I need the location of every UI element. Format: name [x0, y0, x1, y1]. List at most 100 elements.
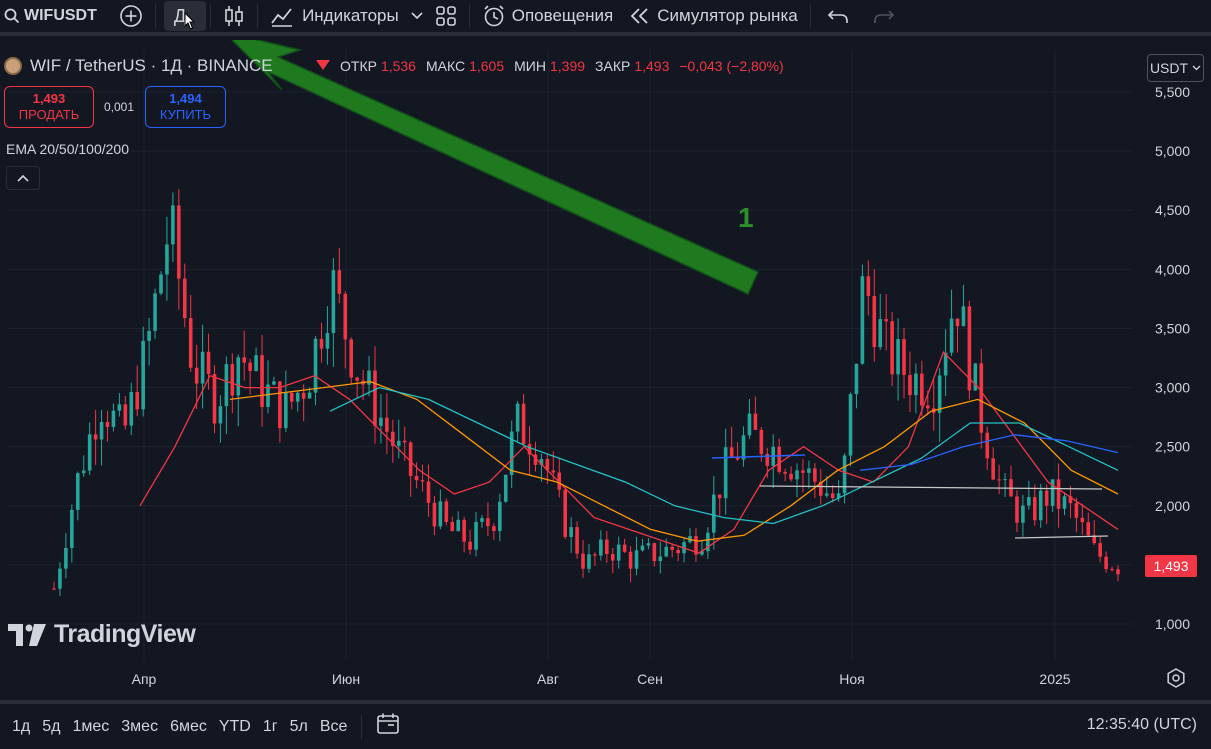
candle-body: [1044, 490, 1049, 506]
candle-body: [890, 321, 894, 375]
candle-body: [426, 481, 431, 503]
currency-selector[interactable]: USDT: [1147, 54, 1204, 82]
goto-date-button[interactable]: [370, 712, 406, 741]
time-axis[interactable]: Апр Июн Авг Сен Ноя 2025: [132, 671, 1071, 687]
candle-body: [717, 494, 722, 499]
candle-body: [200, 351, 205, 384]
spread-value: 0,001: [104, 100, 135, 114]
candle-body: [741, 435, 746, 460]
candle-body: [563, 489, 567, 537]
redo-button[interactable]: [861, 0, 907, 34]
candle-body: [307, 392, 312, 399]
price-tick-label: 4,500: [1155, 202, 1190, 218]
gear-icon: [1167, 668, 1185, 688]
candle-body: [622, 544, 627, 552]
tradingview-watermark[interactable]: TradingView: [8, 620, 196, 649]
range-button[interactable]: 5л: [284, 718, 314, 736]
time-tick-label: Апр: [132, 671, 157, 687]
indicators-button[interactable]: Индикаторы: [262, 0, 407, 34]
range-button[interactable]: 1мес: [66, 718, 115, 736]
candle-body: [587, 554, 591, 569]
symbol-search[interactable]: WIFUSDT: [0, 0, 105, 34]
candle-body: [295, 392, 300, 402]
chart-settings-button[interactable]: [1166, 668, 1186, 693]
candle-body: [925, 405, 930, 409]
candle-body: [468, 541, 472, 550]
drawn-trendlines[interactable]: [711, 454, 1109, 539]
candle-body: [165, 244, 169, 275]
candle-body: [188, 318, 193, 368]
symbol-legend[interactable]: WIF / TetherUS · 1Д · BINANCE: [4, 56, 273, 76]
candle-body: [385, 417, 389, 432]
candle-body: [1056, 479, 1061, 509]
range-button[interactable]: Все: [314, 718, 354, 736]
candle-body: [593, 554, 597, 556]
candle-body: [664, 546, 669, 557]
candle-body: [866, 276, 871, 297]
buy-label: КУПИТЬ: [159, 107, 212, 122]
high-value: 1,605: [469, 58, 505, 74]
candle-body: [1032, 497, 1037, 521]
candle-body: [997, 479, 1001, 481]
candle-body: [1038, 490, 1043, 521]
price-tick-label: 2,000: [1155, 498, 1190, 514]
range-button[interactable]: 1г: [257, 718, 284, 736]
collapse-legend-button[interactable]: [6, 166, 40, 190]
range-button[interactable]: YTD: [213, 718, 257, 736]
range-button[interactable]: 5д: [36, 718, 66, 736]
candle-body: [474, 521, 478, 550]
candle-body: [902, 339, 906, 375]
toolbar-divider: [210, 4, 212, 28]
candle-body: [182, 278, 187, 319]
candle-body: [961, 306, 966, 327]
interval-button[interactable]: Д: [163, 1, 207, 31]
range-button[interactable]: 6мес: [164, 718, 213, 736]
candle-body: [432, 502, 437, 527]
sell-button[interactable]: 1,493 ПРОДАТЬ: [4, 86, 94, 128]
candle-body: [860, 276, 865, 364]
grid-icon: [435, 6, 456, 26]
candle-body: [1098, 543, 1102, 557]
horizontal-line-upper[interactable]: [759, 485, 1103, 490]
compare-button[interactable]: [105, 0, 151, 34]
candle-body: [355, 377, 359, 381]
price-chart[interactable]: 5,500 5,000 4,500 4,000 3,500 3,000 2,500 2,000…: [0, 40, 1211, 696]
templates-dropdown[interactable]: [407, 0, 427, 34]
undo-button[interactable]: [815, 0, 861, 34]
layouts-button[interactable]: [427, 0, 465, 34]
candle-body: [331, 270, 336, 333]
candle-body: [628, 551, 633, 569]
time-tick-label: Авг: [537, 671, 559, 687]
candle-body: [379, 417, 383, 426]
alerts-button[interactable]: Оповещения: [474, 0, 622, 34]
indicator-legend[interactable]: EMA 20/50/100/200: [6, 141, 129, 157]
candle-body: [159, 274, 163, 294]
candle-body: [408, 442, 413, 476]
candle-body: [498, 501, 502, 532]
low-label: МИН: [514, 58, 546, 74]
candle-body: [783, 471, 787, 474]
currency-label: USDT: [1149, 60, 1189, 76]
search-icon: [4, 8, 20, 24]
price-tick-label: 3,000: [1155, 380, 1190, 396]
range-button[interactable]: 1д: [6, 718, 36, 736]
chart-type-button[interactable]: [215, 0, 253, 34]
buy-button[interactable]: 1,494 КУПИТЬ: [145, 86, 226, 128]
chevron-down-icon: [411, 12, 423, 20]
annotation-arrow: [230, 40, 759, 295]
price-axis[interactable]: 5,500 5,000 4,500 4,000 3,500 3,000 2,500 2,000…: [1155, 84, 1190, 632]
candle-body: [313, 338, 318, 393]
candle-body: [58, 568, 62, 589]
candle-body: [278, 381, 282, 429]
price-tick-label: 1,000: [1155, 616, 1190, 632]
candle-body: [343, 293, 348, 340]
range-button[interactable]: 3мес: [115, 718, 164, 736]
redo-icon: [873, 10, 894, 23]
candle-body: [325, 332, 330, 349]
candle-body: [147, 330, 151, 341]
candle-body: [676, 549, 680, 554]
candle-body: [920, 373, 924, 406]
clock-timezone[interactable]: 12:35:40 (UTC): [1087, 716, 1197, 734]
candle-body: [1110, 569, 1114, 571]
replay-button[interactable]: Симулятор рынка: [621, 0, 805, 34]
